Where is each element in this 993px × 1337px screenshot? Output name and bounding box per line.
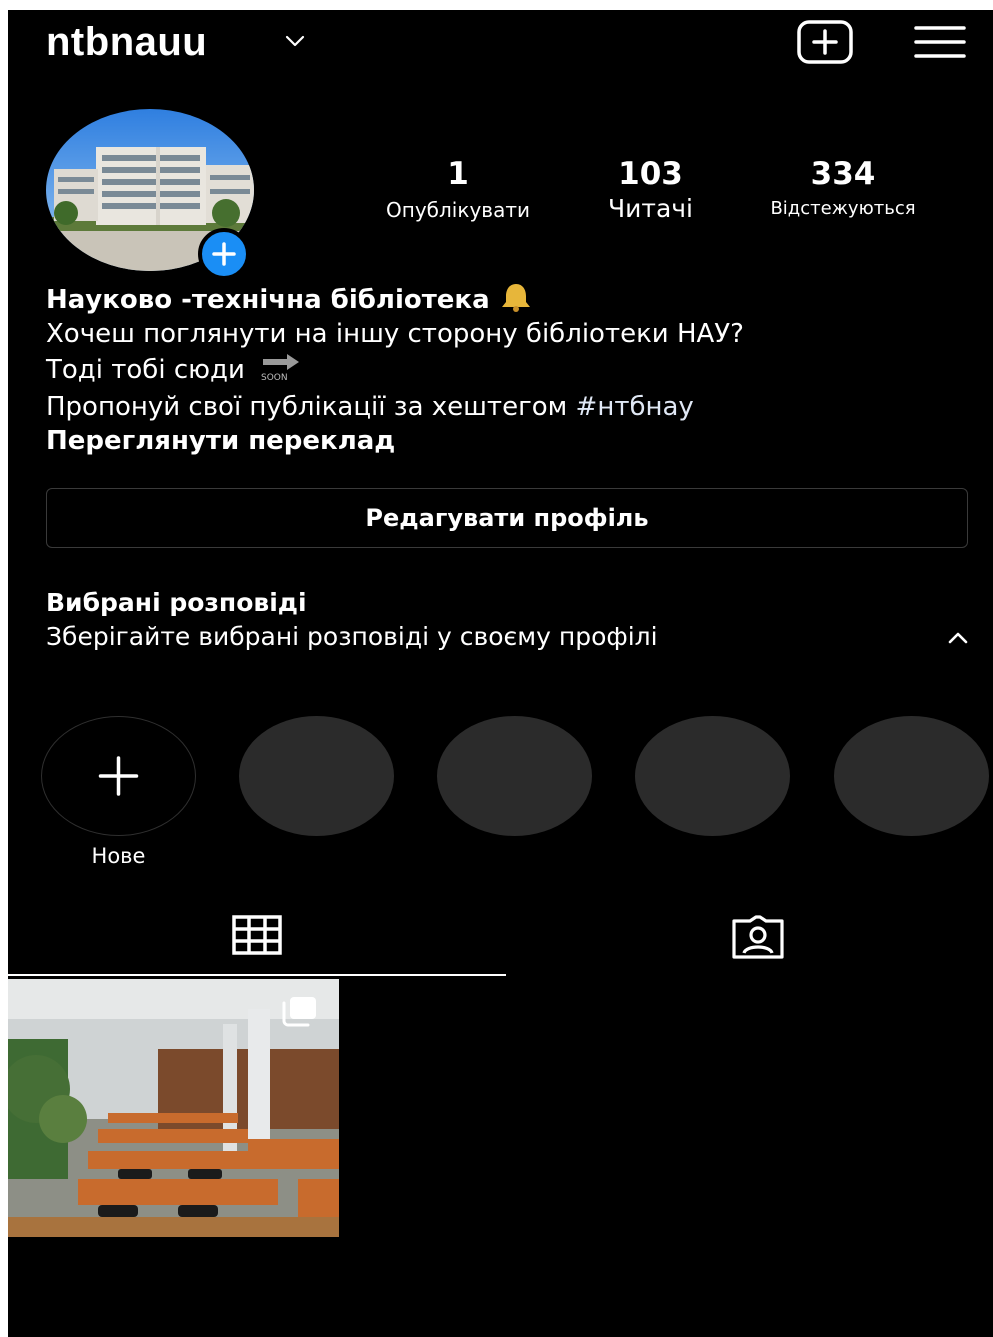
highlights-subtitle: Зберігайте вибрані розповіді у своєму пр… bbox=[46, 622, 658, 651]
add-story-button[interactable] bbox=[198, 228, 250, 280]
following-stat[interactable]: 334 Відстежуються bbox=[753, 159, 933, 218]
active-tab-indicator bbox=[8, 974, 506, 976]
bio-name-row: Науково -технічна бібліотека bbox=[46, 282, 744, 317]
following-label: Відстежуються bbox=[770, 198, 916, 219]
chevron-down-icon[interactable] bbox=[284, 30, 306, 52]
multiple-photos-icon bbox=[282, 997, 316, 1027]
menu-icon[interactable] bbox=[914, 24, 966, 60]
plus-icon bbox=[98, 756, 139, 796]
profile-name: Науково -технічна бібліотека bbox=[46, 285, 490, 315]
highlight-placeholder bbox=[635, 716, 790, 836]
soon-arrow-icon: SOON bbox=[259, 351, 303, 390]
edit-profile-button[interactable]: Редагувати профіль bbox=[46, 488, 968, 548]
highlight-placeholder bbox=[437, 716, 592, 836]
new-post-icon[interactable] bbox=[797, 20, 853, 64]
tagged-icon[interactable] bbox=[730, 915, 786, 959]
posts-stat[interactable]: 1 Опублікувати bbox=[368, 156, 548, 222]
following-count: 334 bbox=[810, 156, 876, 192]
grid-icon[interactable] bbox=[232, 915, 282, 955]
highlight-placeholder bbox=[239, 716, 394, 836]
plus-icon bbox=[212, 242, 236, 266]
username[interactable]: ntbnauu bbox=[46, 20, 207, 65]
hashtag-link[interactable]: #нтбнау bbox=[576, 392, 694, 422]
new-highlight-button[interactable] bbox=[41, 716, 196, 836]
new-highlight-label: Нове bbox=[91, 844, 146, 868]
bio-line-3: Пропонуй свої публікації за хештегом bbox=[46, 392, 576, 422]
bio-line-3-row: Пропонуй свої публікації за хештегом #нт… bbox=[46, 390, 744, 424]
posts-count: 1 bbox=[447, 156, 469, 192]
bell-icon bbox=[501, 284, 530, 312]
followers-count: 103 bbox=[618, 156, 683, 192]
bio-line-1: Хочеш поглянути на іншу сторону бібліоте… bbox=[46, 319, 744, 349]
followers-stat[interactable]: 103 Читачі bbox=[578, 156, 723, 223]
bio-line-2: Тоді тобі сюди bbox=[46, 355, 245, 385]
profile-screen: ntbnauu 1 Опублікувати 103 Читачі 334 Ві… bbox=[8, 10, 993, 1337]
see-translation-link[interactable]: Переглянути переклад bbox=[46, 424, 744, 458]
highlights-title: Вибрані розповіді bbox=[46, 588, 307, 617]
bio-line-2-row: Тоді тобі сюди SOON bbox=[46, 351, 744, 390]
followers-label: Читачі bbox=[608, 194, 693, 223]
chevron-up-icon[interactable] bbox=[946, 630, 970, 646]
posts-label: Опублікувати bbox=[386, 198, 530, 222]
profile-header: ntbnauu bbox=[8, 10, 993, 80]
highlight-placeholder bbox=[834, 716, 989, 836]
soon-label: SOON bbox=[261, 373, 288, 381]
profile-bio: Науково -технічна бібліотека Хочеш погля… bbox=[46, 282, 744, 458]
